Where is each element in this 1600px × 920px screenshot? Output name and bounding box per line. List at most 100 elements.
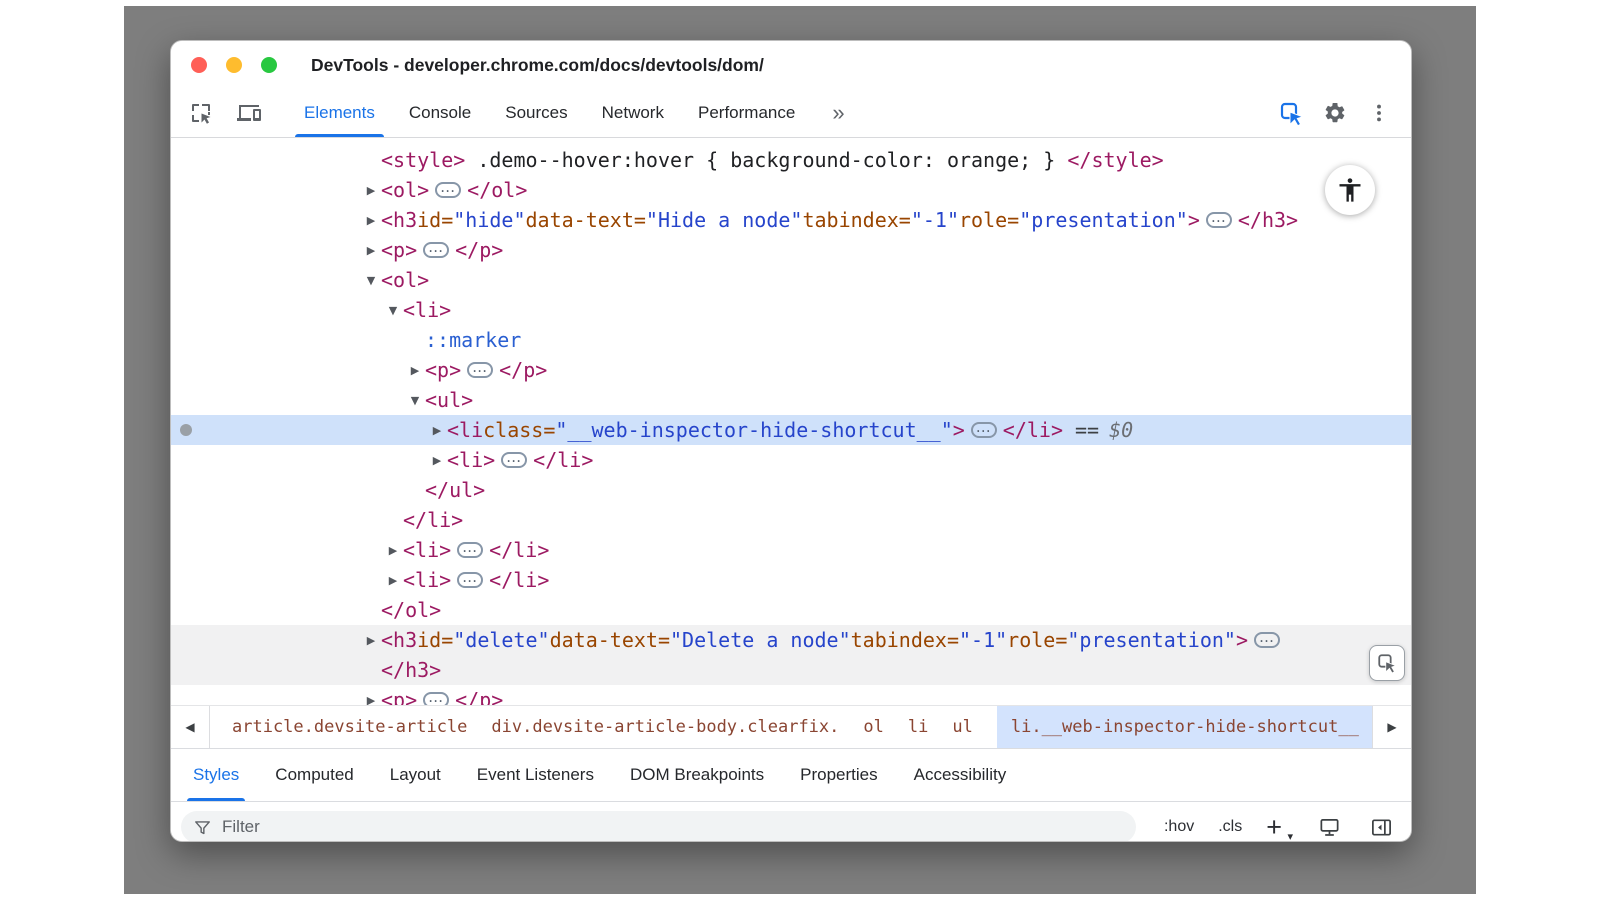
expand-inline-icon[interactable]: … [423, 242, 449, 258]
collapse-arrow-icon[interactable]: ▼ [405, 394, 425, 407]
expand-inline-icon[interactable]: … [457, 542, 483, 558]
accessibility-icon [1336, 176, 1364, 204]
breadcrumb-bar: ◀ article.devsite-article div.devsite-art… [171, 705, 1411, 748]
attribute: tabindex="-1" [802, 208, 959, 232]
kebab-menu-icon[interactable] [1365, 99, 1393, 127]
dom-tree-row[interactable]: ▶<h3 id="delete" data-text="Delete a nod… [171, 625, 1411, 655]
tab-performance[interactable]: Performance [681, 89, 812, 137]
expand-arrow-icon[interactable]: ▶ [427, 424, 447, 437]
rendering-monitor-icon[interactable] [1315, 813, 1343, 841]
breadcrumb-scroll-right-button[interactable]: ▶ [1372, 706, 1411, 748]
tab-elements[interactable]: Elements [287, 89, 392, 137]
expand-arrow-icon[interactable]: ▶ [361, 694, 381, 706]
attribute: id="hide" [417, 208, 525, 232]
tab-styles[interactable]: Styles [175, 749, 257, 801]
breadcrumb-item-li-web-inspector-hide-shortcut[interactable]: li.__web-inspector-hide-shortcut__ [997, 706, 1372, 748]
dom-tree-row[interactable]: </ol> [171, 595, 1411, 625]
breadcrumb-item-li[interactable]: li [908, 706, 928, 748]
more-tabs-icon[interactable]: » [826, 102, 850, 124]
dom-tree-row[interactable]: ▶<li>…</li> [171, 535, 1411, 565]
tab-properties[interactable]: Properties [782, 749, 895, 801]
close-window-button[interactable] [191, 57, 207, 73]
dom-tree-row[interactable]: </h3> [171, 655, 1411, 685]
panel-tab-bar: ElementsConsoleSourcesNetworkPerformance [287, 89, 812, 137]
expand-inline-icon[interactable]: … [501, 452, 527, 468]
dom-tree-row[interactable]: ▶<p>…</p> [171, 685, 1411, 705]
expand-arrow-icon[interactable]: ▶ [361, 214, 381, 227]
dom-tree-row[interactable]: ▼<ol> [171, 265, 1411, 295]
element-classes-button[interactable]: .cls [1218, 818, 1242, 836]
styles-filter-input[interactable]: Filter [181, 811, 1136, 842]
collapse-arrow-icon[interactable]: ▼ [361, 274, 381, 287]
expand-arrow-icon[interactable]: ▶ [361, 634, 381, 647]
attribute: class="__web-inspector-hide-shortcut__" [483, 418, 953, 442]
focus-page-floating-button[interactable] [1369, 645, 1405, 681]
attribute: role="presentation" [1007, 628, 1236, 652]
minimize-window-button[interactable] [226, 57, 242, 73]
zoom-window-button[interactable] [261, 57, 277, 73]
inspect-element-icon[interactable] [187, 99, 215, 127]
breadcrumb-item-article-devsite-article[interactable]: article.devsite-article [232, 706, 467, 748]
focus-page-icon [1376, 652, 1398, 674]
dom-tree-row[interactable]: ▼<li> [171, 295, 1411, 325]
toggle-sidebar-icon[interactable] [1367, 813, 1395, 841]
dom-tree-row[interactable]: ▶<li class="__web-inspector-hide-shortcu… [171, 415, 1411, 445]
breadcrumb-item-div-devsite-article-body-clearfix[interactable]: div.devsite-article-body.clearfix. [491, 706, 839, 748]
focus-page-button[interactable] [1277, 99, 1305, 127]
expand-inline-icon[interactable]: … [1206, 212, 1232, 228]
dom-tree-row[interactable]: ▶<li>…</li> [171, 565, 1411, 595]
expand-arrow-icon[interactable]: ▶ [383, 574, 403, 587]
breadcrumb-item-ul[interactable]: ul [952, 706, 972, 748]
tab-console[interactable]: Console [392, 89, 488, 137]
collapse-arrow-icon[interactable]: ▼ [383, 304, 403, 317]
styles-panel-tab-bar: StylesComputedLayoutEvent ListenersDOM B… [171, 748, 1411, 801]
traffic-lights [191, 57, 277, 73]
window-titlebar[interactable]: DevTools - developer.chrome.com/docs/dev… [171, 41, 1411, 89]
dom-tree-row[interactable]: ▶<ol>…</ol> [171, 175, 1411, 205]
selected-node-dot-icon [180, 424, 192, 436]
expand-arrow-icon[interactable]: ▶ [427, 454, 447, 467]
attribute: data-text="Delete a node" [550, 628, 851, 652]
expand-inline-icon[interactable]: … [423, 692, 449, 705]
device-toolbar-icon[interactable] [235, 99, 263, 127]
new-style-rule-button[interactable]: +▾ [1266, 814, 1291, 841]
expand-inline-icon[interactable]: … [435, 182, 461, 198]
expand-inline-icon[interactable]: … [1254, 632, 1280, 648]
expand-inline-icon[interactable]: … [971, 422, 997, 438]
tab-network[interactable]: Network [585, 89, 681, 137]
tab-sources[interactable]: Sources [488, 89, 584, 137]
dom-tree-row[interactable]: ▶<h3 id="hide" data-text="Hide a node" t… [171, 205, 1411, 235]
tab-event-listeners[interactable]: Event Listeners [459, 749, 612, 801]
expand-inline-icon[interactable]: … [467, 362, 493, 378]
toggle-element-state-button[interactable]: :hov [1164, 818, 1194, 836]
dom-tree-row[interactable]: <style> .demo--hover:hover { background-… [171, 145, 1411, 175]
tab-computed[interactable]: Computed [257, 749, 371, 801]
settings-gear-icon[interactable] [1321, 99, 1349, 127]
dom-tree-row[interactable]: ▶<li>…</li> [171, 445, 1411, 475]
attribute: id="delete" [417, 628, 549, 652]
dom-tree-row[interactable]: </ul> [171, 475, 1411, 505]
expand-arrow-icon[interactable]: ▶ [361, 184, 381, 197]
attribute: data-text="Hide a node" [526, 208, 803, 232]
filter-placeholder: Filter [222, 817, 260, 837]
filter-funnel-icon [193, 818, 212, 837]
tab-layout[interactable]: Layout [372, 749, 459, 801]
chevron-down-icon: ▾ [1287, 832, 1293, 843]
expand-arrow-icon[interactable]: ▶ [361, 244, 381, 257]
accessibility-button[interactable] [1325, 165, 1375, 215]
left-arrow-icon: ◀ [185, 720, 194, 734]
expand-arrow-icon[interactable]: ▶ [383, 544, 403, 557]
tab-dom-breakpoints[interactable]: DOM Breakpoints [612, 749, 782, 801]
expand-inline-icon[interactable]: … [457, 572, 483, 588]
breadcrumb-scroll-left-button[interactable]: ◀ [171, 706, 210, 748]
dom-tree-row[interactable]: ▶<p>…</p> [171, 355, 1411, 385]
attribute: tabindex="-1" [851, 628, 1008, 652]
breadcrumb-item-ol[interactable]: ol [863, 706, 883, 748]
tab-accessibility[interactable]: Accessibility [896, 749, 1025, 801]
dom-tree-row[interactable]: ▼<ul> [171, 385, 1411, 415]
dom-tree-row[interactable]: </li> [171, 505, 1411, 535]
styles-filter-bar: Filter :hov .cls +▾ [171, 801, 1411, 842]
dom-tree-row[interactable]: ::marker [171, 325, 1411, 355]
dom-tree-row[interactable]: ▶<p>…</p> [171, 235, 1411, 265]
expand-arrow-icon[interactable]: ▶ [405, 364, 425, 377]
